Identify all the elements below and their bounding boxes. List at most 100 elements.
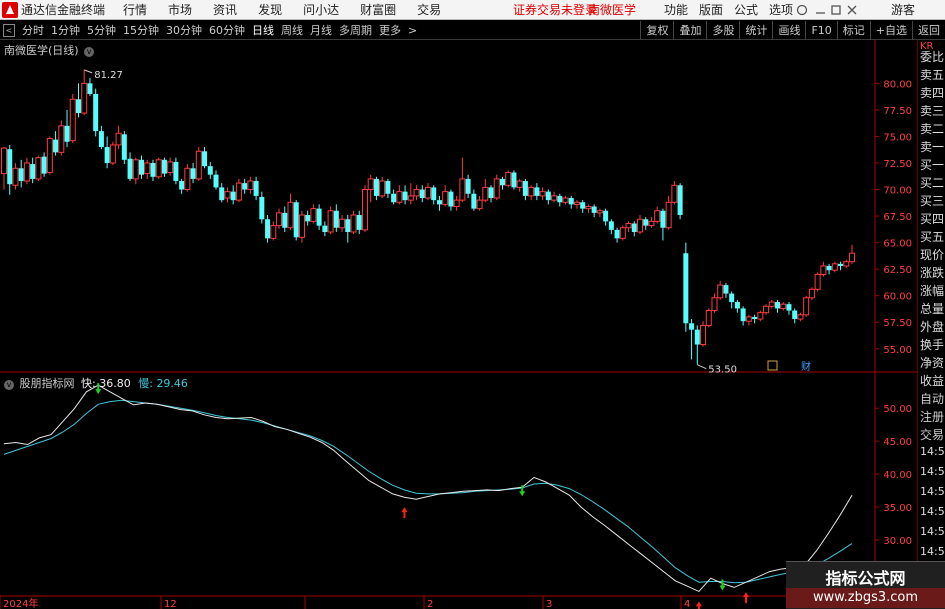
close-icon[interactable]	[847, 5, 857, 15]
quote-label: 外盘	[920, 320, 945, 334]
candle-body	[453, 199, 460, 208]
tick-time: 14:5	[920, 505, 945, 518]
candle-body	[448, 191, 454, 207]
candle-body	[585, 206, 592, 210]
candle-body	[282, 212, 288, 228]
tool-fuquan[interactable]: 复权	[640, 21, 673, 40]
menu-item-gongshi[interactable]: 公式	[734, 1, 758, 18]
candle-body	[184, 167, 191, 191]
candle-body	[207, 166, 213, 175]
menu-item-caifuquan[interactable]: 财富圈	[360, 1, 396, 18]
candle-body	[144, 162, 151, 175]
period-15min[interactable]: 15分钟	[123, 22, 159, 38]
candle-body	[41, 156, 47, 174]
x-axis: 2024年 12 2 3 4	[0, 596, 690, 609]
candle-body	[87, 83, 93, 94]
guest-label[interactable]: 游客	[891, 1, 915, 18]
chevron-down-icon[interactable]: v	[84, 47, 95, 57]
candle-body	[58, 125, 65, 153]
quote-label: 卖五	[920, 68, 945, 82]
price-tick-label: 57.50	[883, 318, 912, 329]
price-tick-label: 70.00	[883, 186, 912, 197]
tool-biaoji[interactable]: 标记	[836, 21, 870, 40]
menu-item-hangqing[interactable]: 行情	[123, 1, 147, 18]
candle-body	[391, 193, 397, 203]
candle-body	[534, 187, 540, 196]
menu-item-jiaoyi[interactable]: 交易	[417, 1, 441, 18]
period-30min[interactable]: 30分钟	[166, 22, 202, 38]
candle-body	[717, 284, 724, 299]
price-tick-label: 62.50	[883, 265, 912, 276]
menu-item-wenxiaoda[interactable]: 问小达	[303, 1, 339, 18]
candle-body	[345, 219, 351, 232]
candle-body	[596, 210, 603, 214]
chart-area[interactable]: 80.00 77.50 75.00 72.50 70.00 67.50 65.00 62.50…	[0, 40, 917, 609]
candle-body	[522, 181, 528, 196]
chevron-down-icon[interactable]: v	[4, 380, 14, 390]
candle-body	[493, 178, 500, 199]
candle-body	[723, 285, 729, 294]
menu-item-faxian[interactable]: 发现	[258, 1, 282, 18]
tick-time: 14:5	[920, 545, 945, 558]
menu-item-shichang[interactable]: 市场	[168, 1, 192, 18]
tool-zixuan[interactable]: +自选	[869, 21, 912, 40]
candle-body	[270, 225, 277, 239]
tool-f10[interactable]: F10	[805, 21, 836, 40]
candle-body	[195, 150, 202, 180]
x-tick-label: 3	[546, 599, 552, 609]
tool-tongji[interactable]: 统计	[739, 21, 772, 40]
candle-body	[53, 139, 59, 153]
price-panel-title: 南微医学(日线) v	[4, 42, 95, 58]
tool-duogu[interactable]: 多股	[706, 21, 739, 40]
candle-body	[814, 273, 821, 290]
candle-body	[235, 182, 242, 201]
period-daily[interactable]: 日线	[252, 22, 274, 38]
candle-body	[155, 159, 162, 178]
candle-body	[482, 186, 489, 201]
candle-body	[700, 324, 707, 346]
maximize-icon[interactable]	[831, 5, 841, 15]
tool-diejia[interactable]: 叠加	[673, 21, 706, 40]
candle-body	[591, 206, 597, 213]
candle-body	[219, 187, 225, 201]
period-60min[interactable]: 60分钟	[209, 22, 245, 38]
menu-item-zixun[interactable]: 资讯	[213, 1, 237, 18]
candle-body	[763, 305, 770, 314]
price-tick-label: 77.50	[883, 106, 912, 117]
tool-huaxian[interactable]: 画线	[772, 21, 805, 40]
menu-item-xuanxiang[interactable]: 选项	[769, 1, 793, 18]
quote-label: 买二	[920, 176, 945, 190]
period-5min[interactable]: 5分钟	[87, 22, 116, 38]
candle-body	[745, 316, 752, 322]
candle-body	[545, 191, 551, 201]
login-status[interactable]: 证券交易未登录	[513, 1, 597, 18]
candle-body	[322, 225, 328, 232]
tool-fanhui[interactable]: 返回	[912, 21, 945, 40]
candle-body	[637, 218, 643, 233]
candle-body	[247, 180, 254, 191]
signal-arrows	[95, 383, 749, 609]
period-1min[interactable]: 1分钟	[51, 22, 80, 38]
menu-item-banmian[interactable]: 版面	[699, 1, 723, 18]
period-monthly[interactable]: 月线	[310, 22, 332, 38]
quote-label: 委比	[920, 50, 945, 64]
candle-body	[471, 193, 477, 209]
period-weekly[interactable]: 周线	[281, 22, 303, 38]
period-more[interactable]: 更多	[379, 22, 401, 38]
candle-body	[694, 329, 700, 345]
candle-body	[797, 314, 804, 320]
candle-body	[729, 293, 735, 303]
chevron-right-icon[interactable]: >	[408, 24, 417, 37]
finance-marker: 财	[801, 360, 811, 373]
period-fenshi[interactable]: 分时	[22, 22, 44, 38]
candle-body	[7, 149, 13, 185]
candle-body	[287, 201, 294, 229]
menu-item-gongneng[interactable]: 功能	[664, 1, 688, 18]
nav-back-icon[interactable]: <	[3, 23, 15, 37]
settings-icon[interactable]	[796, 4, 808, 16]
candle-body	[139, 159, 145, 175]
fast-label: 快:	[81, 377, 96, 390]
period-multi[interactable]: 多周期	[339, 22, 372, 38]
x-tick-label: 12	[164, 599, 177, 609]
candle-body	[259, 196, 265, 220]
